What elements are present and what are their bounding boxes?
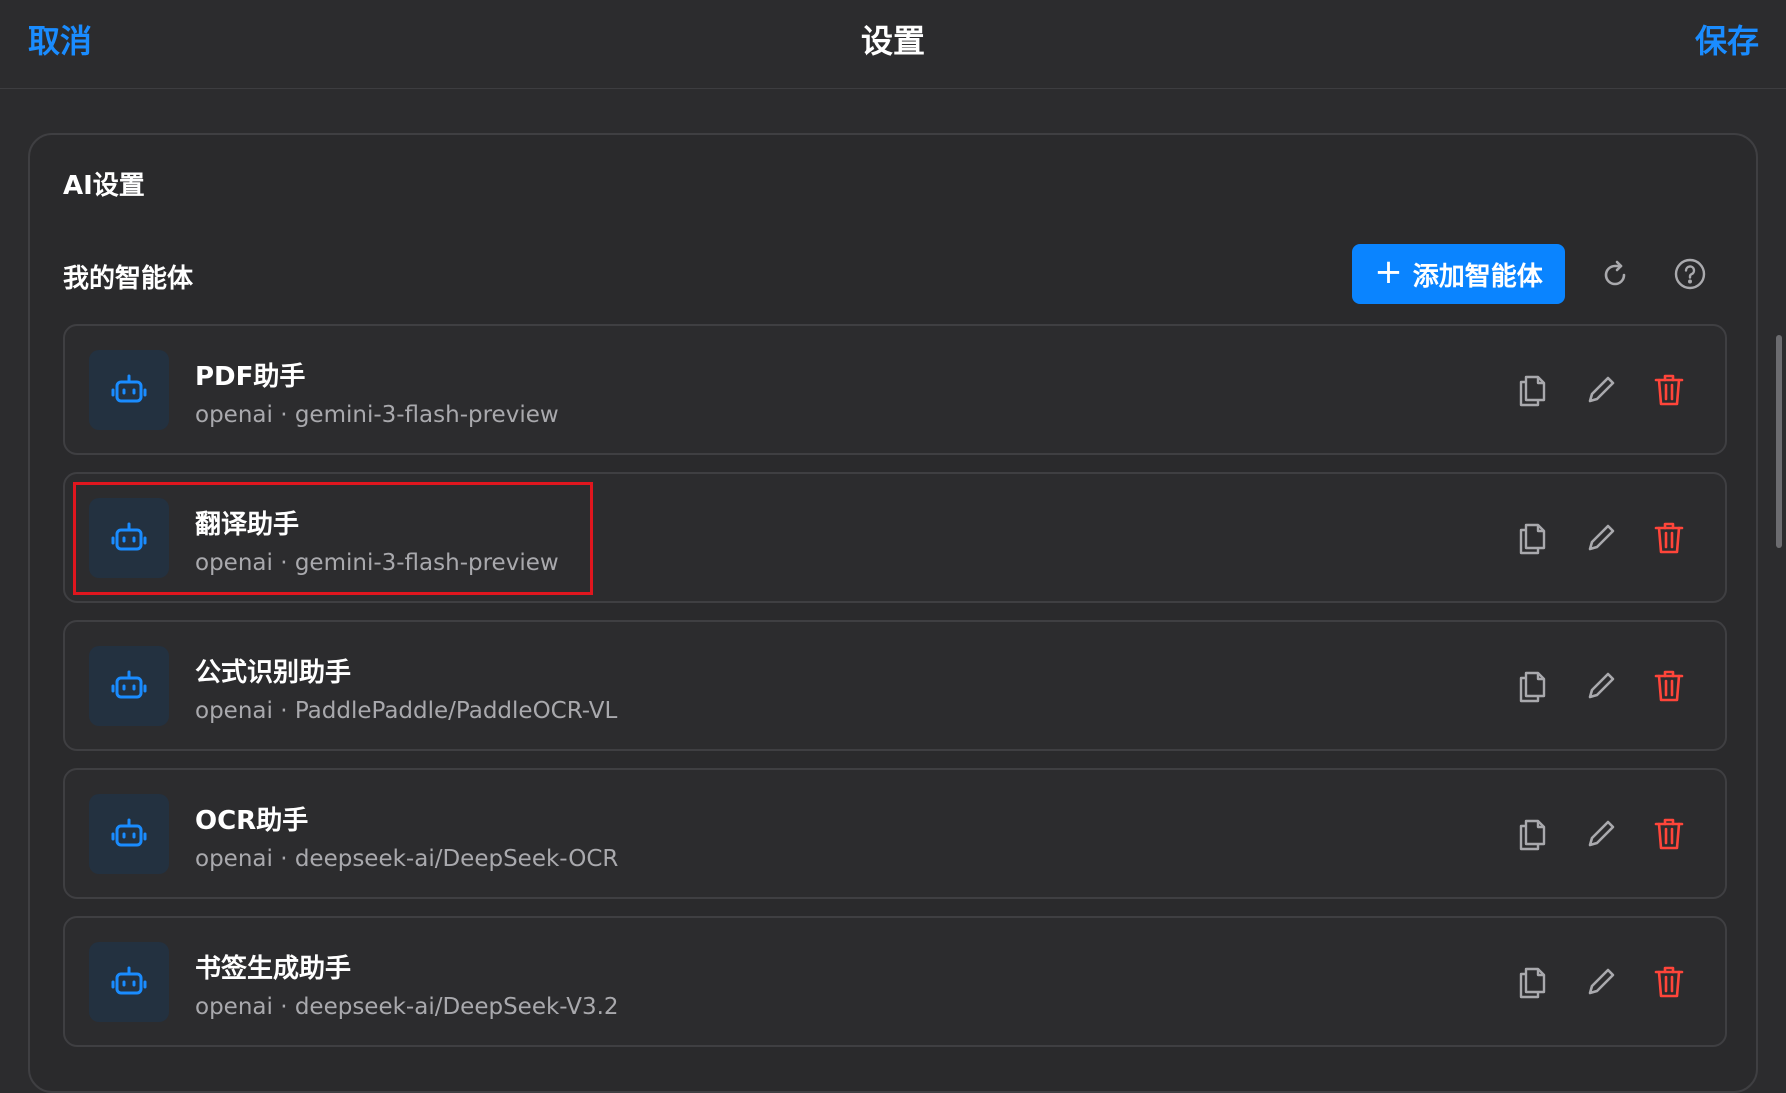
copy-icon[interactable]	[1515, 666, 1551, 706]
pencil-icon[interactable]	[1583, 814, 1619, 854]
agent-actions	[1515, 516, 1687, 560]
agent-name: 书签生成助手	[195, 954, 352, 984]
agent-name: 翻译助手	[195, 510, 300, 540]
robot-icon	[89, 350, 169, 430]
help-icon[interactable]	[1670, 254, 1710, 294]
add-agent-button[interactable]: + 添加智能体	[1352, 244, 1565, 304]
plus-icon: +	[1374, 252, 1403, 292]
copy-icon[interactable]	[1515, 814, 1551, 854]
page-title: 设置	[860, 22, 925, 60]
agent-actions	[1515, 368, 1687, 412]
agent-model: openai · PaddlePaddle/PaddleOCR-VL	[195, 698, 618, 724]
agent-card-1[interactable]: PDF助手 openai · gemini-3-flash-preview	[63, 324, 1727, 455]
trash-icon[interactable]	[1651, 666, 1687, 706]
agent-actions	[1515, 664, 1687, 708]
refresh-icon[interactable]	[1595, 254, 1635, 294]
agent-model: openai · deepseek-ai/DeepSeek-OCR	[195, 846, 619, 872]
robot-icon	[89, 498, 169, 578]
trash-icon[interactable]	[1651, 518, 1687, 558]
scrollbar-thumb[interactable]	[1776, 335, 1782, 548]
trash-icon[interactable]	[1651, 370, 1687, 410]
robot-icon	[89, 942, 169, 1022]
agent-model: openai · gemini-3-flash-preview	[195, 402, 559, 428]
copy-icon[interactable]	[1515, 962, 1551, 1002]
agent-card-3[interactable]: 公式识别助手 openai · PaddlePaddle/PaddleOCR-V…	[63, 620, 1727, 751]
robot-icon	[89, 794, 169, 874]
agent-model: openai · deepseek-ai/DeepSeek-V3.2	[195, 994, 619, 1020]
pencil-icon[interactable]	[1583, 666, 1619, 706]
copy-icon[interactable]	[1515, 518, 1551, 558]
agent-name: 公式识别助手	[195, 658, 352, 688]
agent-card-2[interactable]: 翻译助手 openai · gemini-3-flash-preview	[63, 472, 1727, 603]
agent-name: OCR助手	[195, 806, 309, 836]
pencil-icon[interactable]	[1583, 962, 1619, 1002]
robot-icon	[89, 646, 169, 726]
agent-card-4[interactable]: OCR助手 openai · deepseek-ai/DeepSeek-OCR	[63, 768, 1727, 899]
trash-icon[interactable]	[1651, 962, 1687, 1002]
agent-actions	[1515, 960, 1687, 1004]
agent-actions	[1515, 812, 1687, 856]
copy-icon[interactable]	[1515, 370, 1551, 410]
top-bar: 取消 设置 保存	[0, 0, 1786, 89]
agent-model: openai · gemini-3-flash-preview	[195, 550, 559, 576]
panel-title: AI设置	[63, 171, 145, 201]
add-agent-label: 添加智能体	[1412, 261, 1543, 292]
trash-icon[interactable]	[1651, 814, 1687, 854]
agent-name: PDF助手	[195, 362, 306, 392]
section-title: 我的智能体	[63, 264, 194, 294]
agent-card-5[interactable]: 书签生成助手 openai · deepseek-ai/DeepSeek-V3.…	[63, 916, 1727, 1047]
save-button[interactable]: 保存	[1695, 16, 1759, 62]
ai-settings-panel: AI设置 我的智能体 + 添加智能体 PDF助手 openai · gemini…	[28, 133, 1758, 1093]
agent-list: PDF助手 openai · gemini-3-flash-preview 翻译…	[63, 324, 1727, 1064]
pencil-icon[interactable]	[1583, 370, 1619, 410]
pencil-icon[interactable]	[1583, 518, 1619, 558]
